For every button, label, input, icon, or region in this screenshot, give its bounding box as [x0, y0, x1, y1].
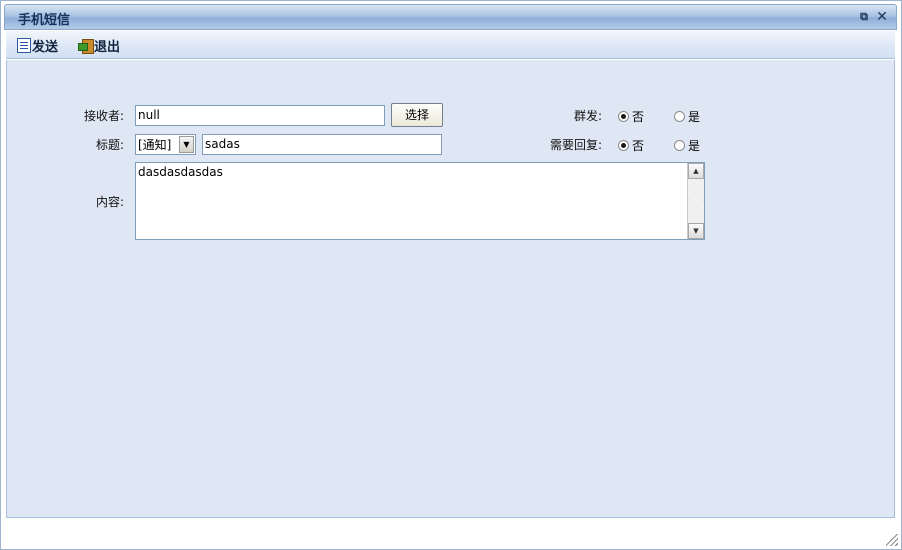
category-select[interactable]: [通知] ▼ [135, 134, 196, 155]
radio-checked-icon[interactable] [618, 111, 629, 122]
group-send-yes-radio[interactable]: 是 [674, 108, 700, 125]
group-send-no-label: 否 [632, 110, 645, 124]
content-textarea[interactable]: dasdasdasdas ▲ ▼ [135, 162, 705, 240]
need-reply-no-label: 否 [632, 139, 645, 153]
receiver-input[interactable]: null [135, 105, 385, 126]
resize-grip-icon[interactable] [886, 534, 898, 546]
select-receiver-button[interactable]: 选择 [391, 103, 443, 127]
receiver-label: 接收者: [84, 109, 125, 123]
radio-checked-icon[interactable] [618, 140, 629, 151]
send-button[interactable]: 发送 [17, 36, 59, 55]
close-icon[interactable]: ✕ [875, 9, 889, 25]
scroll-down-icon[interactable]: ▼ [688, 223, 704, 239]
radio-unchecked-icon[interactable] [674, 140, 685, 151]
content-scrollbar[interactable]: ▲ ▼ [687, 163, 704, 239]
chevron-down-icon[interactable]: ▼ [179, 136, 194, 153]
title-label: 标题: [96, 138, 125, 152]
subject-input[interactable]: sadas [202, 134, 442, 155]
category-select-value: [通知] [138, 138, 172, 152]
form-panel: 接收者: null 选择 标题: [通知] ▼ sadas 内容: dasdas… [6, 60, 895, 518]
popout-icon[interactable]: ⧉ [857, 9, 871, 25]
scroll-up-icon[interactable]: ▲ [688, 163, 704, 179]
exit-icon [78, 38, 94, 54]
exit-button[interactable]: 退出 [78, 36, 121, 55]
content-label: 内容: [96, 195, 125, 209]
sms-dialog-window: 手机短信 ⧉ ✕ 发送 退出 接收者: null 选择 标题: [通知] ▼ s… [0, 0, 902, 550]
send-button-label: 发送 [32, 39, 59, 55]
exit-button-label: 退出 [94, 39, 121, 55]
content-text: dasdasdasdas [138, 165, 223, 179]
window-title: 手机短信 [18, 13, 71, 28]
toolbar: 发送 退出 [6, 31, 895, 59]
title-bar[interactable]: 手机短信 ⧉ ✕ [4, 4, 897, 30]
group-send-yes-label: 是 [688, 110, 701, 124]
need-reply-yes-label: 是 [688, 139, 701, 153]
group-send-no-radio[interactable]: 否 [618, 108, 644, 125]
save-icon [17, 37, 31, 53]
need-reply-label: 需要回复: [550, 138, 603, 152]
need-reply-no-radio[interactable]: 否 [618, 137, 644, 154]
need-reply-yes-radio[interactable]: 是 [674, 137, 700, 154]
radio-unchecked-icon[interactable] [674, 111, 685, 122]
group-send-label: 群发: [574, 109, 603, 123]
